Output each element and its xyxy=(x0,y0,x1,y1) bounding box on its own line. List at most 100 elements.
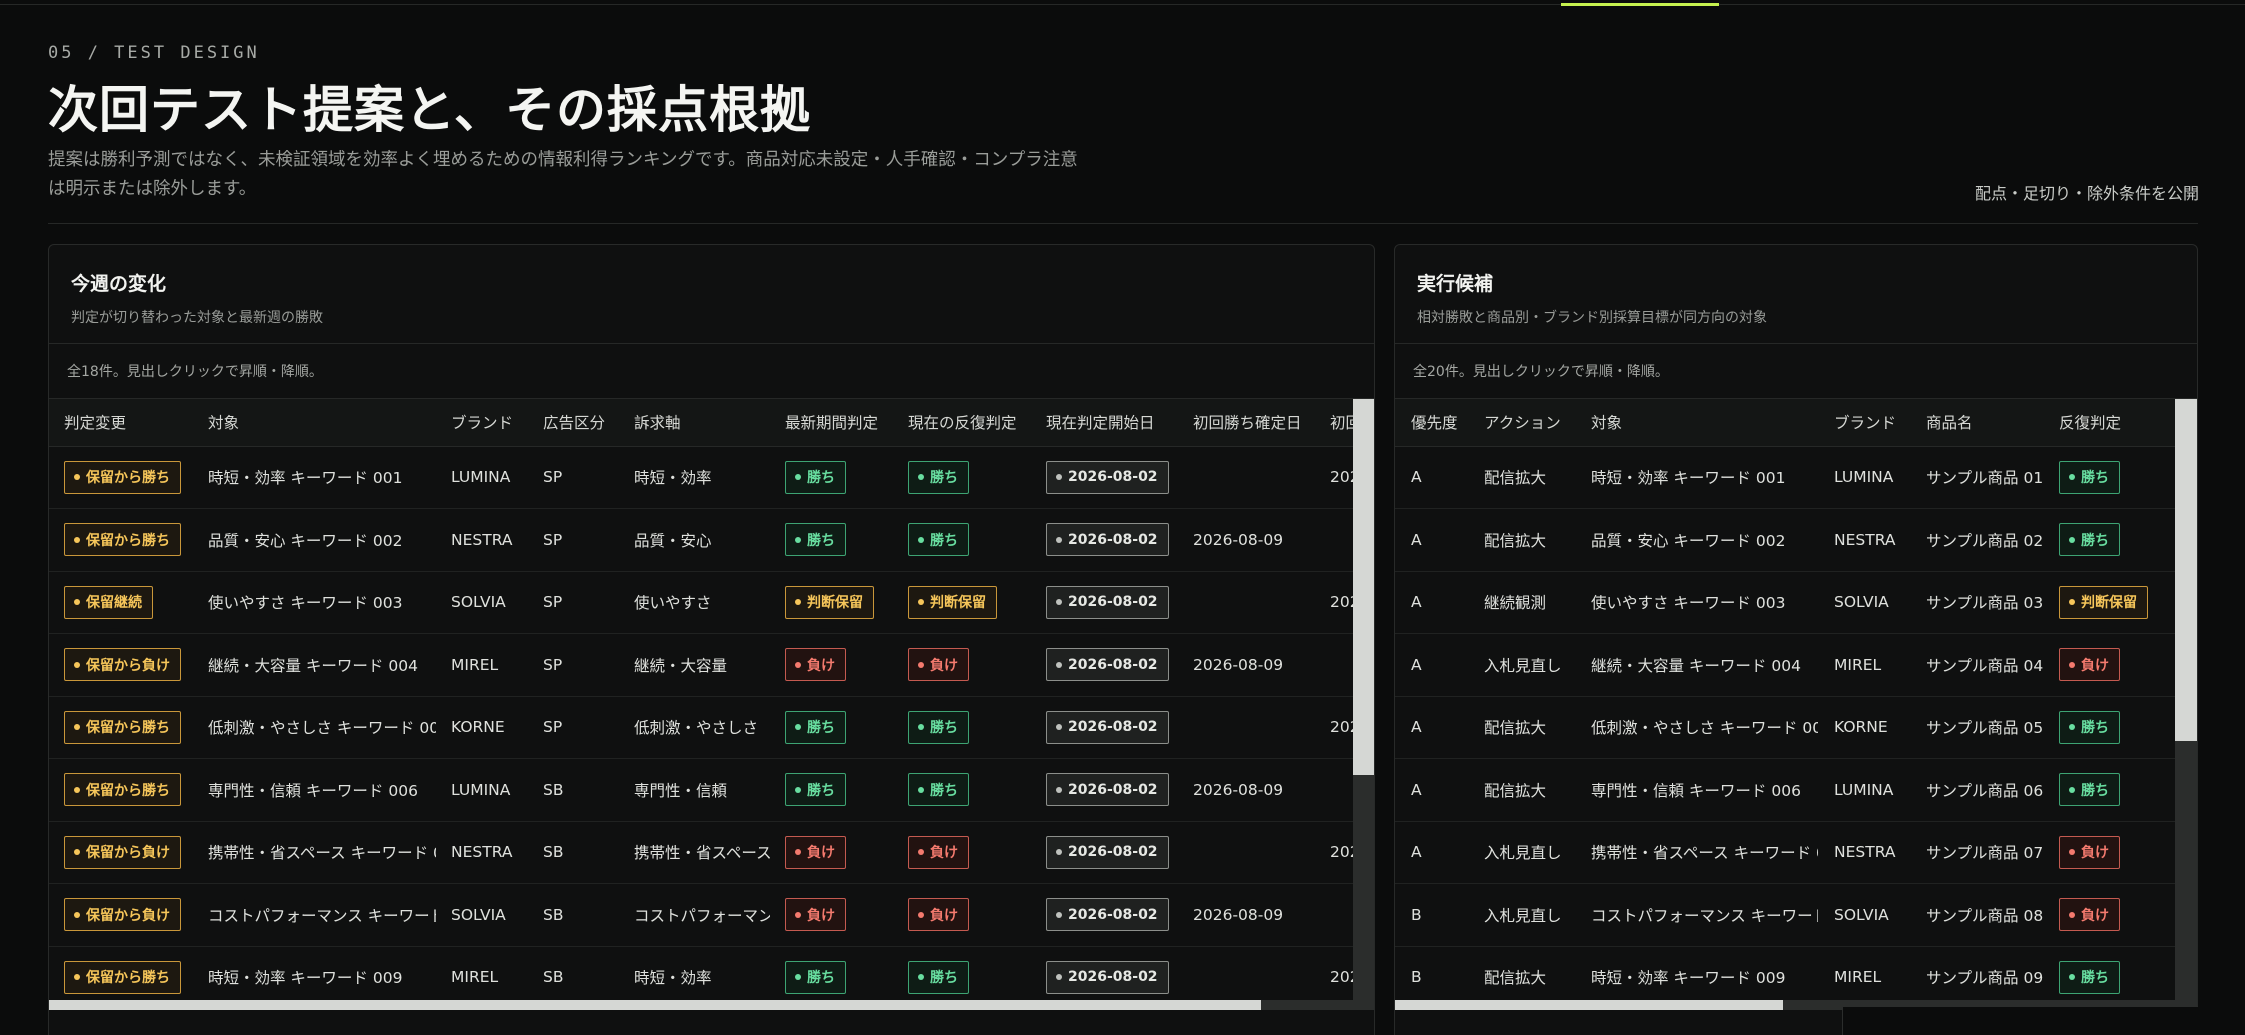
vertical-scrollbar[interactable] xyxy=(2175,399,2197,1010)
table-row[interactable]: A 継続観測 使いやすさ キーワード 003 SOLVIA サンプル商品 03 判断保留 xyxy=(1395,571,2175,634)
repeat-verdict-badge: 勝ち xyxy=(2059,460,2120,494)
appeal-axis-cell: 時短・効率 xyxy=(619,446,770,509)
table-row[interactable]: B入札見直しコストパフォーマンス キーワード 008SOLVIAサンプル商品 0… xyxy=(1395,883,2175,947)
verdict-change-cell: 保留から勝ち xyxy=(49,446,193,509)
vertical-scrollbar[interactable] xyxy=(1353,399,1374,1010)
repeat-verdict-badge: 負け xyxy=(2059,835,2120,869)
current-verdict-label: 勝ち xyxy=(930,782,958,799)
column-header[interactable]: ブランド xyxy=(1818,399,1910,447)
table-row[interactable]: 保留から勝ち 品質・安心 キーワード 002 NESTRA SP 品質・安心 勝ち 勝ち 20… xyxy=(49,508,1361,572)
current-verdict-badge: 勝ち xyxy=(908,960,969,994)
product-cell: サンプル商品 05 xyxy=(1910,696,2043,759)
column-header[interactable]: 判定変更 xyxy=(49,399,193,447)
column-header[interactable]: ブランド xyxy=(436,399,528,447)
product-cell: サンプル商品 06 xyxy=(1910,758,2043,822)
repeat-verdict-cell: 判断保留 xyxy=(2043,571,2175,634)
repeat-verdict-label: 勝ち xyxy=(2081,532,2109,549)
table-row[interactable]: 保留から勝ち 低刺激・やさしさ キーワード 005 KORNE SP 低刺激・やさしさ 勝… xyxy=(49,696,1361,759)
verdict-start-date-label: 2026-08-02 xyxy=(1068,531,1158,548)
appeal-axis-cell: 低刺激・やさしさ xyxy=(619,696,770,759)
scrollbar-thumb[interactable] xyxy=(1353,399,1374,775)
table-row[interactable]: 保留から負け コストパフォーマンス キーワード 008SOLVIASBコストパフォ… xyxy=(49,883,1361,947)
target-cell: 低刺激・やさしさ キーワード 005 xyxy=(193,696,436,759)
priority-cell: A xyxy=(1395,758,1468,822)
latest-verdict-label: 勝ち xyxy=(807,470,835,487)
current-verdict-cell: 負け xyxy=(893,633,1031,697)
latest-verdict-cell: 勝ち xyxy=(770,758,893,822)
table-row[interactable]: A 配信拡大 品質・安心 キーワード 002 NESTRA サンプル商品 02 勝ち xyxy=(1395,508,2175,572)
repeat-verdict-badge: 勝ち xyxy=(2059,773,2120,807)
repeat-verdict-cell: 負け xyxy=(2043,821,2175,884)
table-row[interactable]: A 配信拡大 専門性・信頼 キーワード 006 LUMINA サンプル商品 06 勝ち xyxy=(1395,758,2175,822)
current-verdict-badge: 勝ち xyxy=(908,523,969,557)
column-header[interactable]: 広告区分 xyxy=(528,399,619,447)
table-row[interactable]: A 配信拡大 低刺激・やさしさ キーワード 005 KORNE サンプル商品 05 勝ち xyxy=(1395,696,2175,759)
brand-cell: SOLVIA xyxy=(1818,571,1910,634)
appeal-axis-cell: 専門性・信頼 xyxy=(619,758,770,822)
status-dot-icon xyxy=(74,724,80,731)
column-header[interactable]: アクション xyxy=(1468,399,1575,447)
latest-verdict-label: 勝ち xyxy=(807,782,835,799)
ad-type-cell: SP xyxy=(528,446,619,509)
column-header[interactable]: 現在の反復判定 xyxy=(893,399,1031,447)
weekly-changes-table: 判定変更 対象 ブランド 広告区分 訴求軸 最新期間判定 現在の反復判定 現在判定開始日 初回勝… xyxy=(49,399,1361,1009)
verdict-change-label: 保留から勝ち xyxy=(86,532,170,549)
current-verdict-cell: 負け xyxy=(893,821,1031,884)
column-header[interactable]: 反復判定 xyxy=(2043,399,2175,447)
repeat-verdict-label: 負け xyxy=(2081,907,2109,924)
table-row[interactable]: A 入札見直し 継続・大容量 キーワード 004 MIREL サンプル商品 04 負け xyxy=(1395,633,2175,697)
table-scroll-area[interactable]: 優先度 アクション 対象 ブランド 商品名 反復判定 A 配信拡大 時短・効率 キーワード 0… xyxy=(1395,399,2197,1010)
action-cell: 配信拡大 xyxy=(1468,696,1575,759)
column-header[interactable]: 商品名 xyxy=(1910,399,2043,447)
column-header[interactable]: 対象 xyxy=(1575,399,1818,447)
verdict-change-label: 保留継続 xyxy=(86,595,142,612)
horizontal-scrollbar[interactable] xyxy=(49,1000,1353,1010)
column-header[interactable]: 訴求軸 xyxy=(619,399,770,447)
product-cell: サンプル商品 07 xyxy=(1910,821,2043,884)
latest-verdict-label: 負け xyxy=(807,657,835,674)
status-dot-icon xyxy=(795,599,801,606)
current-verdict-label: 負け xyxy=(930,845,958,862)
table-scroll-area[interactable]: 判定変更 対象 ブランド 広告区分 訴求軸 最新期間判定 現在の反復判定 現在判定開始日 初回勝… xyxy=(49,399,1374,1010)
latest-verdict-badge: 勝ち xyxy=(785,710,846,744)
column-header[interactable]: 現在判定開始日 xyxy=(1031,399,1178,447)
latest-verdict-label: 勝ち xyxy=(807,720,835,737)
target-cell: 専門性・信頼 キーワード 006 xyxy=(193,758,436,822)
table-row[interactable]: A入札見直し携帯性・省スペース キーワード 007NESTRAサンプル商品 07… xyxy=(1395,821,2175,884)
repeat-verdict-label: 負け xyxy=(2081,845,2109,862)
column-header[interactable]: 対象 xyxy=(193,399,436,447)
table-row[interactable]: 保留から勝ち 専門性・信頼 キーワード 006 LUMINA SB 専門性・信頼 勝ち 勝ち… xyxy=(49,758,1361,822)
appeal-axis-cell: 品質・安心 xyxy=(619,508,770,572)
column-header[interactable]: 最新期間判定 xyxy=(770,399,893,447)
scrollbar-thumb[interactable] xyxy=(49,1000,1261,1010)
verdict-change-cell: 保留から負け xyxy=(49,821,193,884)
target-cell: 品質・安心 キーワード 002 xyxy=(193,508,436,572)
current-verdict-label: 勝ち xyxy=(930,470,958,487)
status-dot-icon xyxy=(1056,599,1062,606)
status-dot-icon xyxy=(1056,661,1062,668)
column-header[interactable]: 優先度 xyxy=(1395,399,1468,447)
table-header-row: 優先度 アクション 対象 ブランド 商品名 反復判定 xyxy=(1395,399,2175,447)
verdict-start-date-cell: 2026-08-02 xyxy=(1031,821,1178,884)
ad-type-cell: SP xyxy=(528,696,619,759)
product-cell: サンプル商品 01 xyxy=(1910,446,2043,509)
verdict-start-date-label: 2026-08-02 xyxy=(1068,594,1158,611)
table-row[interactable]: 保留から負け 携帯性・省スペース キーワード 007NESTRASB携帯性・省スペ… xyxy=(49,821,1361,884)
product-cell: サンプル商品 03 xyxy=(1910,571,2043,634)
latest-verdict-cell: 勝ち xyxy=(770,446,893,509)
table-row[interactable]: 保留継続 使いやすさ キーワード 003 SOLVIA SP 使いやすさ 判断保留 判断保留… xyxy=(49,571,1361,634)
table-row[interactable]: 保留から勝ち 時短・効率 キーワード 001 LUMINA SP 時短・効率 勝ち 勝ち 20… xyxy=(49,446,1361,509)
verdict-change-cell: 保留から勝ち xyxy=(49,696,193,759)
table-row[interactable]: 保留から負け 継続・大容量 キーワード 004 MIREL SP 継続・大容量 負け 負け 2… xyxy=(49,633,1361,697)
column-header[interactable]: 初回勝ち確定日 xyxy=(1178,399,1315,447)
status-dot-icon xyxy=(918,974,924,981)
first-win-date-cell xyxy=(1178,571,1315,634)
scrollbar-thumb[interactable] xyxy=(1395,1000,1783,1010)
table-row[interactable]: A 配信拡大 時短・効率 キーワード 001 LUMINA サンプル商品 01 勝ち xyxy=(1395,446,2175,509)
brand-cell: SOLVIA xyxy=(436,571,528,634)
brand-cell: LUMINA xyxy=(1818,446,1910,509)
repeat-verdict-label: 勝ち xyxy=(2081,970,2109,987)
status-dot-icon xyxy=(2069,974,2075,981)
scrollbar-thumb[interactable] xyxy=(2175,399,2197,741)
latest-verdict-cell: 勝ち xyxy=(770,696,893,759)
